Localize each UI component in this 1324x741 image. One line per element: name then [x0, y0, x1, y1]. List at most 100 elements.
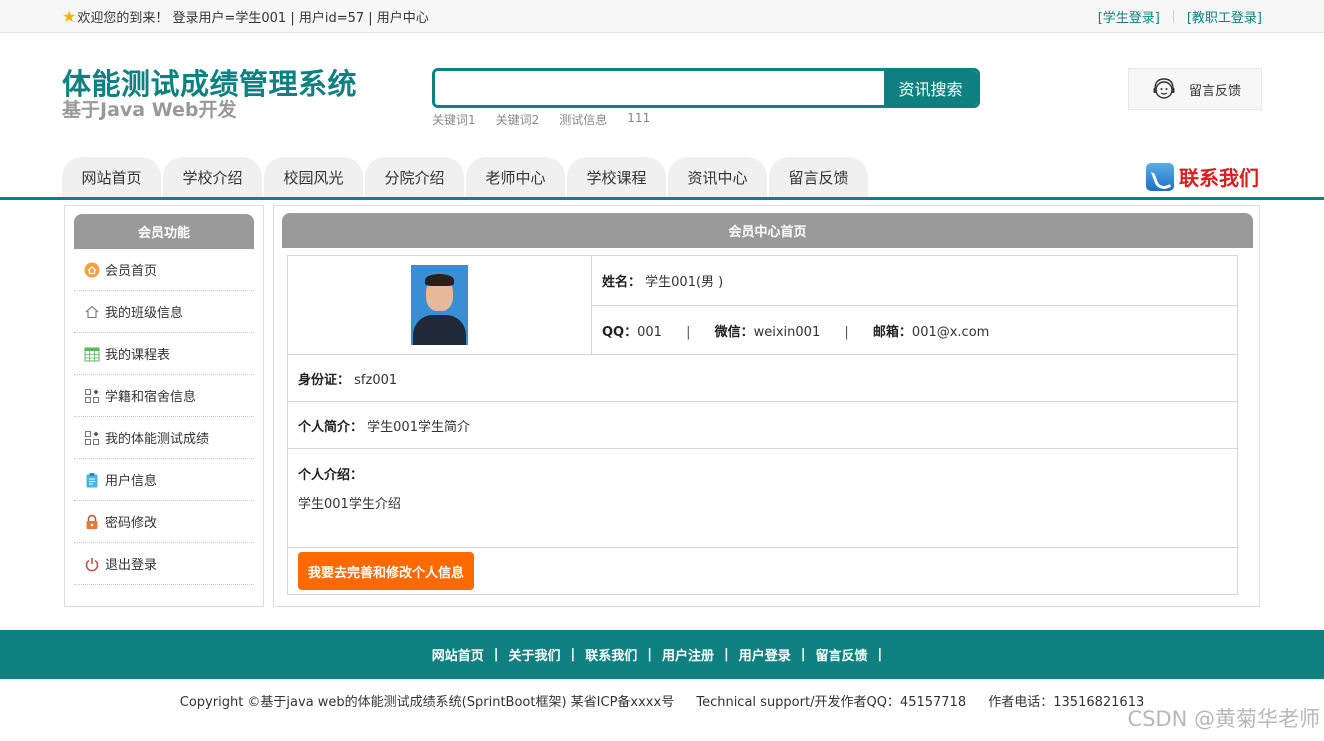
site-subtitle: 基于Java Web开发 — [62, 99, 237, 121]
divider: | — [877, 647, 883, 662]
clipboard-icon — [84, 472, 100, 488]
sidebar-item-logout[interactable]: 退出登录 — [74, 543, 254, 585]
footer-link-feedback[interactable]: 留言反馈 — [816, 645, 868, 664]
contact-cell: QQ：001 | 微信：weixin001 | 邮箱：001@x.com — [591, 305, 1238, 355]
profile-table: 姓名： 学生001(男 ) QQ：001 | 微信：weixin001 | 邮箱… — [287, 255, 1238, 595]
intro-cell: 个人介绍： 学生001学生介绍 — [287, 448, 1238, 548]
sidebar-item-label: 我的班级信息 — [105, 306, 184, 321]
qq-label: QQ： — [602, 324, 638, 340]
footer-links: 网站首页 | 关于我们 | 联系我们 | 用户注册 | 用户登录 | 留言反馈 | — [0, 630, 1324, 679]
divider: | — [724, 647, 729, 662]
footer-link-contact[interactable]: 联系我们 — [585, 645, 637, 664]
nav-item-teachers[interactable]: 老师中心 — [466, 157, 565, 197]
sidebar-menu: 会员首页 我的班级信息 我的课程表 学籍和宿舍信息 我的体能测试成绩 用户信息 … — [74, 249, 254, 585]
keyword-link[interactable]: 关键词2 — [496, 111, 540, 128]
keyword-link[interactable]: 111 — [627, 111, 650, 128]
sidebar-item-label: 密码修改 — [105, 516, 158, 531]
keyword-link[interactable]: 关键词1 — [432, 111, 476, 128]
keyword-link[interactable]: 测试信息 — [559, 111, 607, 128]
top-bar: ★ 欢迎您的到来！ 登录用户=学生001 | 用户id=57 | 用户中心 [学… — [0, 0, 1324, 33]
student-login-link[interactable]: [学生登录] — [1098, 7, 1160, 26]
sidebar-item-change-password[interactable]: 密码修改 — [74, 501, 254, 543]
intro-value: 学生001学生介绍 — [298, 497, 401, 512]
sidebar-item-label: 会员首页 — [105, 264, 158, 279]
email-label: 邮箱： — [872, 324, 912, 340]
copyright-text: Copyright ©基于java web的体能测试成绩系统(SprintBoo… — [179, 695, 675, 710]
copyright: Copyright ©基于java web的体能测试成绩系统(SprintBoo… — [0, 691, 1324, 710]
contact-us-banner[interactable]: 联系我们 — [1146, 162, 1259, 191]
hot-keywords: 关键词1 关键词2 测试信息 111 — [432, 111, 650, 128]
member-sidebar: 会员功能 会员首页 我的班级信息 我的课程表 学籍和宿舍信息 我的体能测试成绩 … — [64, 205, 264, 607]
photo-cell — [287, 255, 592, 355]
sidebar-item-enrollment-dorm[interactable]: 学籍和宿舍信息 — [74, 375, 254, 417]
sidebar-item-label: 用户信息 — [105, 474, 158, 489]
search-box: 资讯搜索 — [432, 68, 980, 108]
phone-icon — [1146, 162, 1174, 191]
nav-item-news[interactable]: 资讯中心 — [668, 157, 767, 197]
grid-icon — [84, 430, 100, 446]
name-label: 姓名： — [602, 275, 642, 290]
idcard-value: sfz001 — [354, 372, 398, 388]
panel-title: 会员中心首页 — [282, 213, 1253, 248]
name-value: 学生001(男 ) — [645, 275, 724, 290]
welcome-text: 欢迎您的到来！ 登录用户=学生001 | 用户id=57 | 用户中心 — [77, 11, 429, 26]
sidebar-item-member-home[interactable]: 会员首页 — [74, 249, 254, 291]
divider: | — [493, 647, 499, 662]
footer-link-register[interactable]: 用户注册 — [662, 645, 714, 664]
sidebar-item-label: 退出登录 — [105, 558, 158, 573]
sidebar-title: 会员功能 — [74, 214, 254, 249]
sidebar-item-fitness-scores[interactable]: 我的体能测试成绩 — [74, 417, 254, 459]
sidebar-item-label: 学籍和宿舍信息 — [105, 390, 197, 405]
divider: | — [686, 324, 691, 340]
customer-service-icon — [1153, 78, 1175, 99]
sidebar-item-class-info[interactable]: 我的班级信息 — [74, 291, 254, 333]
search-input[interactable] — [435, 71, 887, 105]
calendar-icon — [84, 346, 100, 362]
nav-item-campus[interactable]: 校园风光 — [264, 157, 363, 197]
contact-us-text: 联系我们 — [1179, 166, 1259, 190]
divider: | — [570, 647, 576, 662]
student-photo — [411, 265, 468, 345]
footer-link-about[interactable]: 关于我们 — [508, 645, 560, 664]
star-icon: ★ — [62, 6, 77, 26]
nav-item-school-intro[interactable]: 学校介绍 — [163, 157, 262, 197]
watermark: CSDN @黄菊华老师 — [1127, 707, 1320, 731]
divider: | — [800, 647, 806, 662]
phone-text: 作者电话：13516821613 — [988, 695, 1145, 710]
feedback-button[interactable]: 留言反馈 — [1128, 68, 1262, 110]
sidebar-item-user-info[interactable]: 用户信息 — [74, 459, 254, 501]
search-button[interactable]: 资讯搜索 — [884, 71, 977, 105]
staff-login-link[interactable]: [教职工登录] — [1187, 7, 1262, 26]
qq-value: 001 — [637, 324, 662, 340]
brief-cell: 个人简介： 学生001学生简介 — [287, 401, 1238, 449]
idcard-cell: 身份证： sfz001 — [287, 354, 1238, 402]
sidebar-item-label: 我的课程表 — [105, 348, 171, 363]
edit-profile-button[interactable]: 我要去完善和修改个人信息 — [298, 552, 474, 590]
idcard-label: 身份证： — [298, 372, 351, 388]
brief-value: 学生001学生简介 — [367, 419, 470, 435]
email-value: 001@x.com — [911, 324, 990, 340]
power-icon — [84, 556, 100, 572]
name-cell: 姓名： 学生001(男 ) — [591, 255, 1238, 306]
divider: | — [647, 647, 652, 662]
sidebar-item-label: 我的体能测试成绩 — [105, 432, 210, 447]
divider: | — [844, 324, 849, 340]
nav-divider — [0, 197, 1324, 200]
feedback-label: 留言反馈 — [1189, 83, 1242, 99]
intro-label: 个人介绍： — [298, 468, 364, 483]
nav-item-branch[interactable]: 分院介绍 — [365, 157, 464, 197]
lock-icon — [84, 514, 100, 530]
nav-item-feedback[interactable]: 留言反馈 — [769, 157, 868, 197]
brief-label: 个人简介： — [298, 419, 364, 435]
sidebar-item-schedule[interactable]: 我的课程表 — [74, 333, 254, 375]
footer-link-login[interactable]: 用户登录 — [739, 645, 791, 664]
member-center-panel: 会员中心首页 姓名： 学生001(男 ) QQ：001 | 微信：weixin0… — [273, 205, 1260, 607]
nav-item-home[interactable]: 网站首页 — [62, 157, 161, 197]
footer-link-home[interactable]: 网站首页 — [432, 645, 484, 664]
wechat-value: weixin001 — [753, 324, 821, 340]
welcome-message: ★ 欢迎您的到来！ 登录用户=学生001 | 用户id=57 | 用户中心 — [62, 7, 429, 26]
grid-icon — [84, 388, 100, 404]
nav-item-courses[interactable]: 学校课程 — [567, 157, 666, 197]
support-text: Technical support/开发作者QQ：45157718 — [696, 695, 967, 710]
home-circle-icon — [84, 262, 100, 278]
